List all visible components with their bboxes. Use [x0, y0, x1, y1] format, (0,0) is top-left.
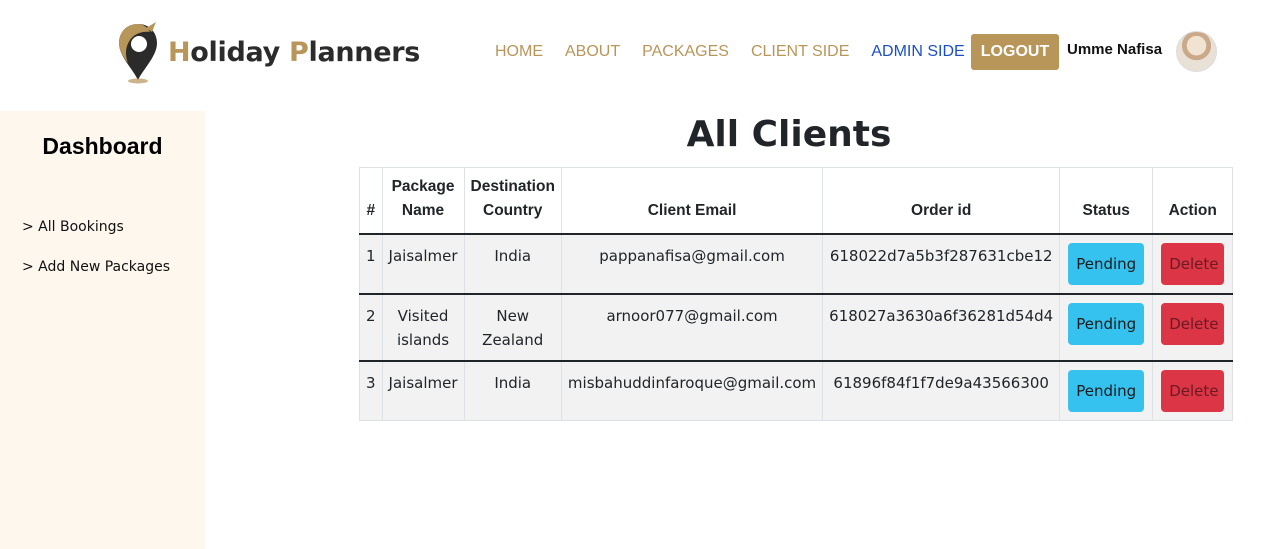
brand-name: Holiday Planners — [168, 36, 421, 68]
column-header-package-name: Package Name — [381, 167, 465, 234]
nav-packages[interactable]: PACKAGES — [642, 43, 729, 61]
action-cell: Delete — [1152, 293, 1234, 361]
column-header-destination-country: Destination Country — [463, 167, 562, 234]
column-header-client-email: Client Email — [560, 167, 824, 234]
main-nav: HOME ABOUT PACKAGES CLIENT SIDE ADMIN SI… — [484, 34, 976, 70]
page-title: All Clients — [686, 114, 892, 155]
package-name: Visited islands — [381, 293, 465, 361]
pending-button[interactable]: Pending — [1068, 369, 1145, 412]
destination-country: India — [463, 233, 562, 294]
row-number: 2 — [359, 293, 383, 361]
status-cell: Pending — [1059, 293, 1154, 361]
sidebar-title: Dashboard — [42, 133, 163, 159]
column-header-action: Action — [1152, 167, 1234, 234]
user-name: Umme Nafisa — [1067, 41, 1163, 58]
column-header-number: # — [359, 167, 383, 234]
table-row: 2 Visited islands New Zealand arnoor077@… — [359, 293, 1234, 361]
status-cell: Pending — [1059, 360, 1154, 421]
table-header-row: # Package Name Destination Country Clien… — [359, 167, 1234, 234]
order-id: 618022d7a5b3f287631cbe12 — [822, 233, 1061, 294]
sidebar: Dashboard > All Bookings > Add New Packa… — [0, 111, 205, 549]
table-row: 3 Jaisalmer India misbahuddinfaroque@gma… — [359, 360, 1234, 421]
package-name: Jaisalmer — [381, 233, 465, 294]
row-number: 1 — [359, 233, 383, 294]
order-id: 61896f84f1f7de9a43566300 — [822, 360, 1061, 421]
sidebar-item-all-bookings[interactable]: > All Bookings — [22, 219, 124, 235]
delete-button[interactable]: Delete — [1161, 302, 1225, 345]
logout-button[interactable]: LOGOUT — [971, 34, 1059, 70]
column-header-order-id: Order id — [822, 167, 1061, 234]
sidebar-item-add-new-packages[interactable]: > Add New Packages — [22, 259, 170, 275]
action-cell: Delete — [1152, 360, 1234, 421]
nav-client-side[interactable]: CLIENT SIDE — [751, 43, 849, 61]
destination-country: New Zealand — [463, 293, 562, 361]
nav-about[interactable]: ABOUT — [565, 43, 620, 61]
pending-button[interactable]: Pending — [1068, 242, 1145, 285]
delete-button[interactable]: Delete — [1161, 242, 1225, 285]
nav-admin-side[interactable]: ADMIN SIDE — [871, 43, 964, 61]
action-cell: Delete — [1152, 233, 1234, 294]
client-email: arnoor077@gmail.com — [560, 293, 824, 361]
order-id: 618027a3630a6f36281d54d4 — [822, 293, 1061, 361]
package-name: Jaisalmer — [381, 360, 465, 421]
avatar[interactable] — [1176, 31, 1217, 72]
delete-button[interactable]: Delete — [1161, 369, 1225, 412]
nav-home[interactable]: HOME — [495, 43, 543, 61]
table-row: 1 Jaisalmer India pappanafisa@gmail.com … — [359, 233, 1234, 294]
clients-table: # Package Name Destination Country Clien… — [359, 167, 1234, 421]
row-number: 3 — [359, 360, 383, 421]
pending-button[interactable]: Pending — [1068, 302, 1145, 345]
site-header: Holiday Planners HOME ABOUT PACKAGES CLI… — [0, 0, 1287, 110]
location-pin-icon — [119, 22, 157, 84]
client-email: misbahuddinfaroque@gmail.com — [560, 360, 824, 421]
status-cell: Pending — [1059, 233, 1154, 294]
column-header-status: Status — [1059, 167, 1154, 234]
brand-logo[interactable]: Holiday Planners — [116, 20, 420, 84]
client-email: pappanafisa@gmail.com — [560, 233, 824, 294]
destination-country: India — [463, 360, 562, 421]
